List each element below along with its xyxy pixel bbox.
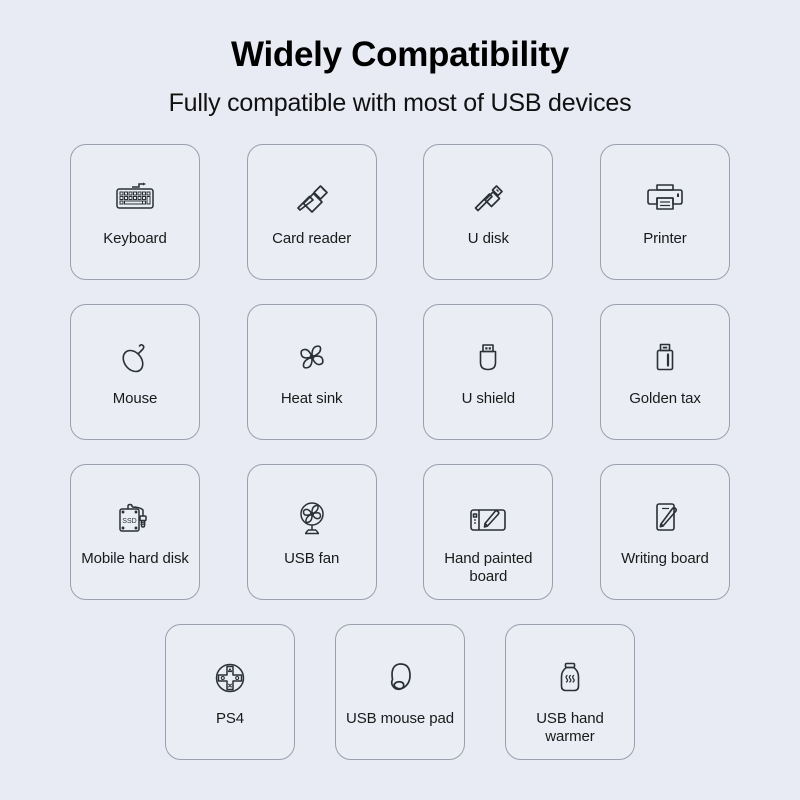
keyboard-icon	[112, 175, 158, 221]
printer-icon	[642, 175, 688, 221]
device-card-printer[interactable]: Printer	[599, 143, 730, 280]
device-card-label: USB hand warmer	[536, 709, 604, 746]
compatibility-page: Widely Compatibility Fully compatible wi…	[0, 0, 800, 800]
usb-mouse-pad-icon	[377, 655, 423, 701]
device-card-writing-board[interactable]: Writing board	[599, 463, 730, 600]
device-card-golden-tax[interactable]: Golden tax	[599, 303, 730, 440]
device-card-label: USB mouse pad	[346, 709, 454, 727]
device-row: SSD Mobile hard disk USB fan Hand painte…	[70, 463, 730, 600]
u-disk-icon	[465, 175, 511, 221]
device-card-u-shield[interactable]: U shield	[423, 303, 554, 440]
device-card-label: Mobile hard disk	[81, 549, 189, 567]
device-card-usb-mouse-pad[interactable]: USB mouse pad	[335, 623, 465, 760]
device-card-label: Card reader	[272, 229, 352, 247]
page-title: Widely Compatibility	[231, 35, 569, 74]
device-card-card-reader[interactable]: Card reader	[246, 143, 377, 280]
device-row: PS4 USB mouse pad USB hand warmer	[70, 623, 730, 760]
device-card-label: Keyboard	[103, 229, 167, 247]
device-card-label: PS4	[215, 709, 245, 727]
u-shield-icon	[465, 335, 511, 381]
ps4-controller-icon	[207, 655, 253, 701]
page-subtitle: Fully compatible with most of USB device…	[168, 88, 632, 117]
device-card-label: U disk	[467, 229, 509, 247]
device-card-mobile-hard-disk[interactable]: SSD Mobile hard disk	[70, 463, 200, 600]
heat-sink-icon	[289, 335, 335, 381]
golden-tax-icon	[642, 335, 688, 381]
device-card-label: Writing board	[621, 549, 709, 567]
device-card-label: Golden tax	[629, 389, 701, 407]
device-grid: Keyboard Card reader U disk Printer Mous…	[70, 143, 730, 760]
device-card-usb-fan[interactable]: USB fan	[246, 463, 377, 600]
device-card-heat-sink[interactable]: Heat sink	[246, 303, 377, 440]
device-card-label: Mouse	[112, 389, 158, 407]
writing-board-icon	[642, 495, 688, 541]
mobile-hard-disk-icon: SSD	[109, 495, 161, 541]
ssd-label: SSD	[122, 518, 136, 525]
device-card-ps4[interactable]: PS4	[165, 623, 295, 760]
device-row: Keyboard Card reader U disk Printer	[70, 143, 730, 280]
device-card-label: Heat sink	[280, 389, 343, 407]
device-card-mouse[interactable]: Mouse	[70, 303, 200, 440]
device-card-usb-hand-warmer[interactable]: USB hand warmer	[505, 623, 635, 760]
device-card-keyboard[interactable]: Keyboard	[70, 143, 200, 280]
mouse-icon	[112, 335, 158, 381]
device-card-hand-painted-board[interactable]: Hand painted board	[423, 463, 554, 600]
card-reader-icon	[289, 175, 335, 221]
usb-hand-warmer-icon	[547, 655, 593, 701]
device-card-u-disk[interactable]: U disk	[423, 143, 554, 280]
hand-painted-board-icon	[463, 495, 513, 541]
device-card-label: U shield	[461, 389, 516, 407]
device-card-label: Printer	[643, 229, 687, 247]
usb-fan-icon	[289, 495, 335, 541]
device-row: Mouse Heat sink U shield Golden tax	[70, 303, 730, 440]
device-card-label: Hand painted board	[444, 549, 533, 586]
device-card-label: USB fan	[284, 549, 340, 567]
